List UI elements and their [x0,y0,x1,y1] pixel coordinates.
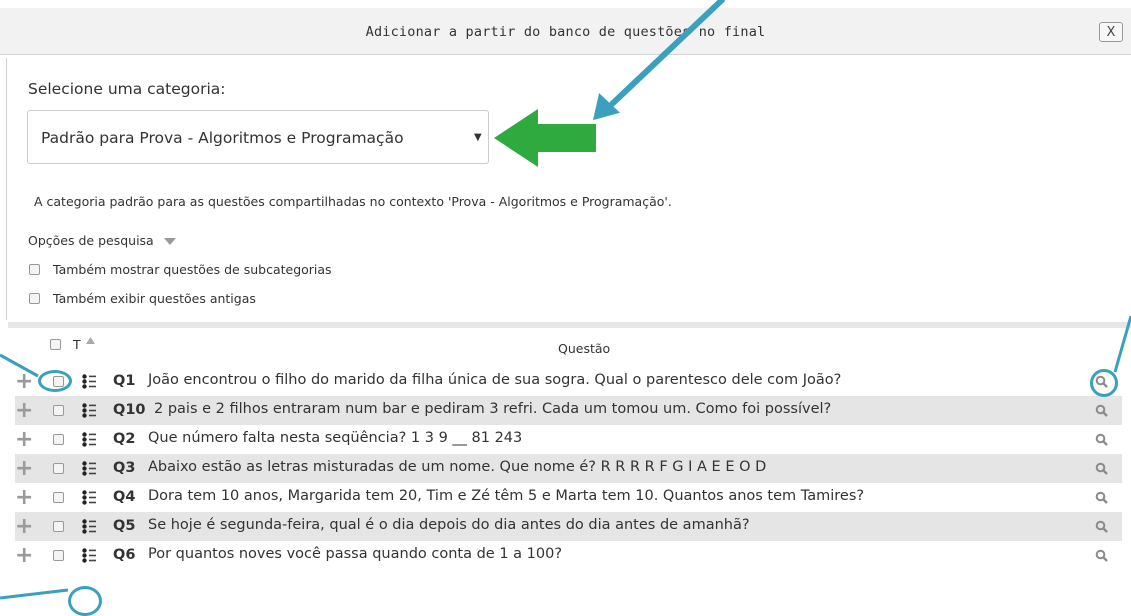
green-arrow-icon [494,109,596,167]
callout-arrow-line [609,0,725,107]
callout-circle-type [68,586,102,616]
annotation-overlay [0,0,1131,600]
callout-circle-preview [1090,369,1118,397]
callout-line-checkbox [0,353,39,378]
callout-circle-checkbox [38,370,72,392]
callout-line-type [0,588,69,600]
callout-line-preview [1113,315,1131,373]
